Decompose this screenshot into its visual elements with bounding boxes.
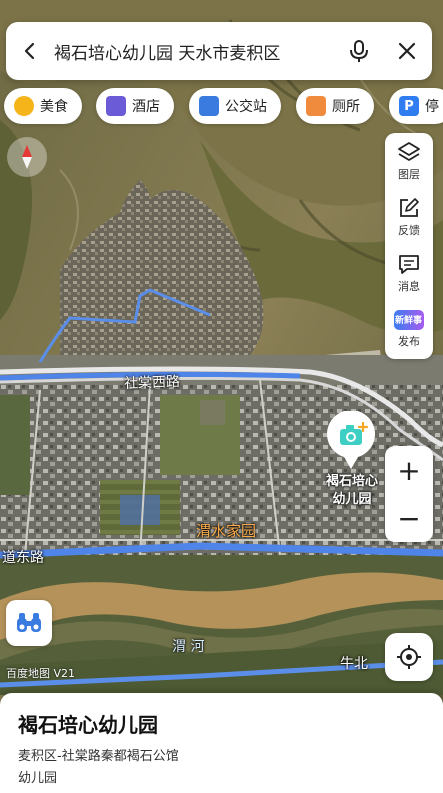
chip-food[interactable]: 美食 [4, 88, 82, 124]
place-title: 褐石培心幼儿园 [18, 713, 158, 737]
layers-icon [398, 141, 420, 161]
locate-button[interactable] [385, 633, 433, 681]
crosshair-icon [397, 645, 421, 669]
zoom-in-button[interactable]: + [385, 446, 433, 494]
category-chips: 美食 酒店 公交站 厕所 P 停 [0, 88, 443, 124]
residential-label: 渭水家园 [196, 522, 257, 540]
chip-label: 酒店 [132, 99, 160, 115]
toilet-icon [306, 96, 326, 116]
binoculars-icon [17, 613, 41, 632]
hotel-icon [106, 96, 126, 116]
compass-icon[interactable] [7, 137, 47, 177]
search-bar[interactable]: 褐石培心幼儿园 天水市麦积区 [6, 22, 432, 80]
message-icon [399, 254, 419, 274]
parking-icon: P [399, 96, 419, 116]
publish-badge-icon: 新鲜事 [394, 309, 424, 330]
place-detail-sheet[interactable]: 褐石培心幼儿园 麦积区-社棠路秦都褐石公馆 幼儿园 [0, 693, 443, 793]
place-address: 麦积区-社棠路秦都褐石公馆 [18, 749, 179, 764]
map-toolbar: 图层 反馈 消息 新鲜事 发布 [385, 133, 433, 359]
layers-button[interactable]: 图层 [385, 133, 433, 189]
chip-hotel[interactable]: 酒店 [96, 88, 174, 124]
place-category: 幼儿园 [18, 771, 58, 786]
chip-label: 厕所 [332, 99, 360, 115]
street-view-button[interactable] [6, 600, 52, 646]
search-query[interactable]: 褐石培心幼儿园 天水市麦积区 [54, 39, 336, 64]
close-icon[interactable] [382, 22, 432, 80]
zoom-controls: + − [385, 446, 433, 542]
messages-label: 消息 [398, 279, 420, 293]
road-label-bottom: 牛北 [340, 656, 368, 672]
chip-toilet[interactable]: 厕所 [296, 88, 374, 124]
road-label-left: 道东路 [2, 550, 44, 566]
edit-icon [400, 197, 419, 217]
chip-bus-stop[interactable]: 公交站 [189, 88, 281, 124]
food-icon [14, 96, 34, 116]
messages-button[interactable]: 消息 [385, 245, 433, 301]
feedback-label: 反馈 [398, 223, 420, 237]
chip-parking[interactable]: P 停 [389, 88, 443, 124]
river-label: 渭 河 [172, 639, 205, 655]
zoom-out-button[interactable]: − [385, 494, 433, 542]
chip-label: 美食 [40, 99, 68, 115]
chip-label: 停 [425, 99, 439, 115]
road-label-top: 社棠西路 [123, 374, 181, 392]
microphone-icon[interactable] [336, 22, 382, 80]
map-attribution: 百度地图 V21 [6, 667, 76, 680]
chip-label: 公交站 [225, 99, 267, 115]
back-arrow-icon[interactable] [6, 22, 54, 80]
publish-button[interactable]: 新鲜事 发布 [385, 301, 433, 357]
layers-label: 图层 [398, 167, 420, 181]
bus-stop-icon [199, 96, 219, 116]
publish-label: 发布 [398, 334, 420, 348]
poi-pin[interactable] [324, 410, 378, 471]
feedback-button[interactable]: 反馈 [385, 189, 433, 245]
